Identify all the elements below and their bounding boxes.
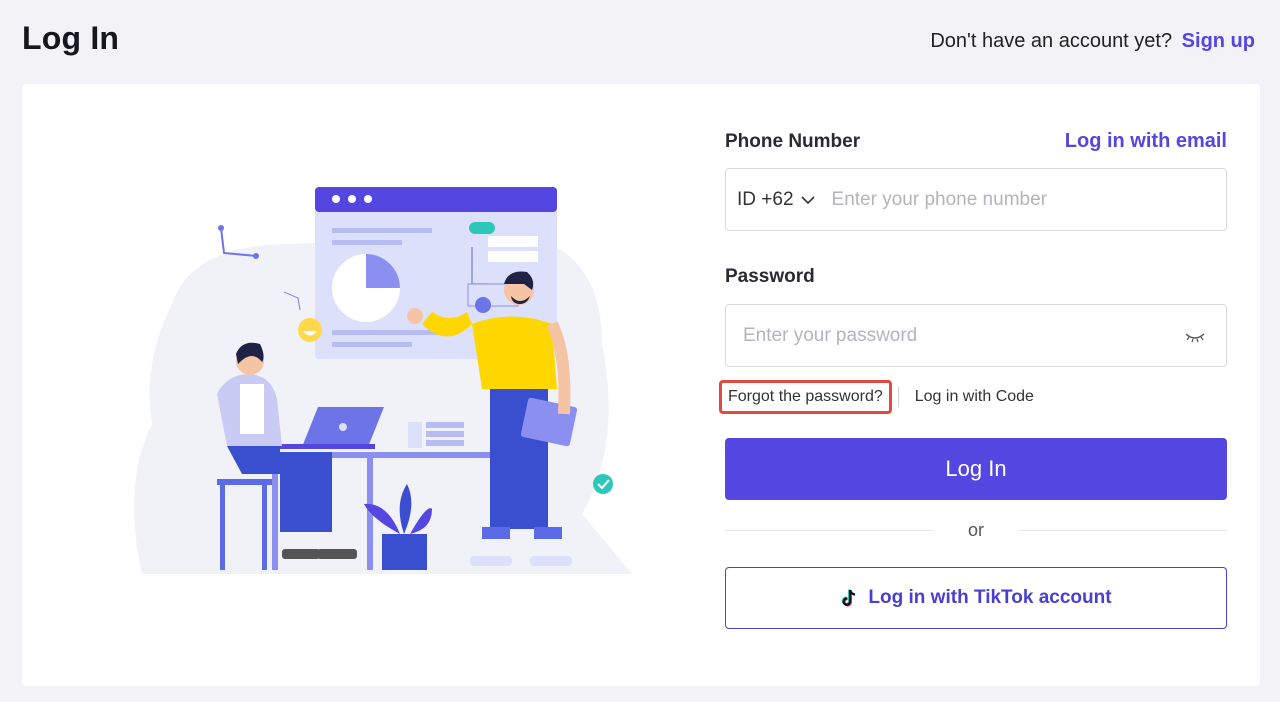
country-code-value: ID +62 [737,188,794,210]
login-card: Phone Number Log in with email ID +62 Pa… [22,84,1260,686]
password-field-header: Password [725,266,1227,288]
check-badge-icon [593,474,613,494]
password-label: Password [725,266,815,287]
forgot-password-link[interactable]: Forgot the password? [719,380,892,414]
tiktok-icon [842,589,856,607]
login-illustration [134,187,632,574]
tiktok-login-button[interactable]: Log in with TikTok account [725,567,1227,629]
phone-input-group: ID +62 [725,168,1227,231]
country-code-select[interactable]: ID +62 [726,169,832,230]
signup-link[interactable]: Sign up [1182,30,1255,52]
phone-field-header: Phone Number Log in with email [725,130,1227,153]
smiley-icon [298,318,322,342]
login-page: Log In Don't have an account yet? Sign u… [0,0,1280,702]
signup-prompt-text: Don't have an account yet? [930,30,1173,52]
phone-label: Phone Number [725,130,861,152]
link-divider [897,387,899,407]
password-input[interactable] [726,305,1184,366]
or-line-left [725,530,932,531]
login-with-code-link[interactable]: Log in with Code [915,388,1034,406]
chevron-down-icon [800,195,815,204]
eye-closed-icon[interactable] [1184,329,1206,343]
or-divider: or [725,520,1228,541]
phone-number-input[interactable] [831,169,1226,230]
or-line-right [1020,530,1228,531]
signup-prompt: Don't have an account yet? Sign up [930,30,1255,53]
or-text: or [968,520,985,540]
password-input-group [725,304,1227,367]
login-button[interactable]: Log In [725,438,1227,500]
auxiliary-links: Forgot the password? Log in with Code [719,380,1034,414]
login-with-email-link[interactable]: Log in with email [1065,130,1227,153]
page-title: Log In [22,20,120,56]
tiktok-login-label: Log in with TikTok account [868,587,1112,608]
